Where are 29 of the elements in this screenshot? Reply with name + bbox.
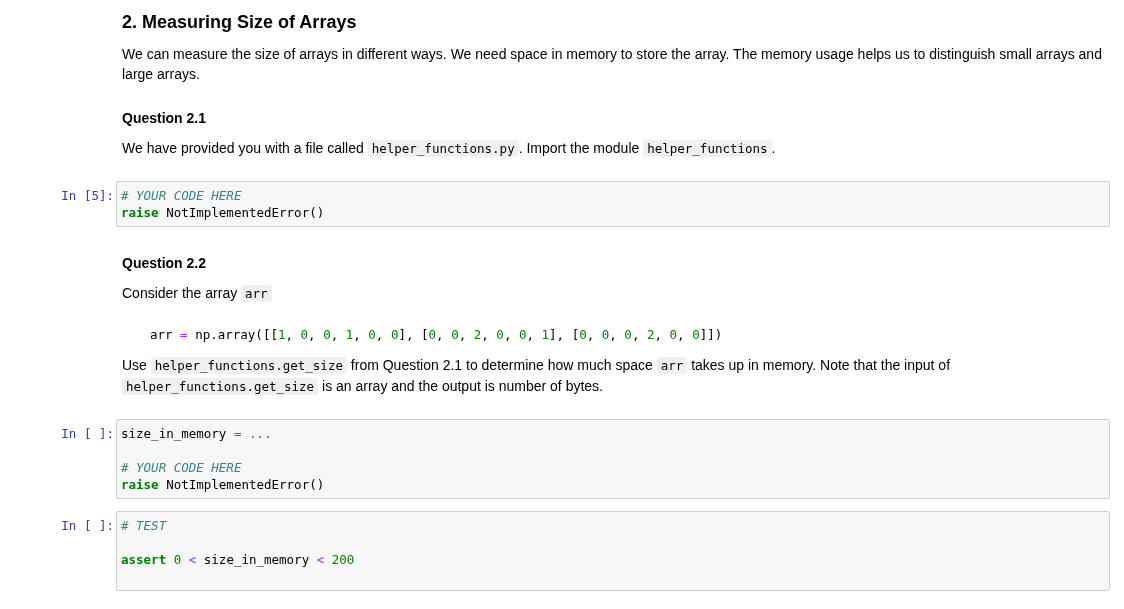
cell-prompt: In [ ]: [61,518,114,533]
inline-code: helper_functions.get_size [150,357,347,374]
paragraph-text: Use [122,357,147,373]
inline-code: arr [656,357,688,374]
code-line: size_in_memory = ... [121,425,272,442]
paragraph-text: We have provided you with a file called [122,140,364,156]
code-line: assert 0 < size_in_memory < 200 [121,551,355,568]
code-line: raise NotImplementedError() [121,204,325,221]
inline-code: helper_functions.get_size [122,378,319,395]
code-line: raise NotImplementedError() [121,476,325,493]
paragraph-text: . Import the module [518,140,640,156]
inline-code: helper_functions.py [367,140,519,157]
heading: 2. Measuring Size of Arrays [122,11,357,34]
code-line: # TEST [121,517,167,534]
code-line: # YOUR CODE HERE [121,187,242,204]
question-heading: Question 2.2 [122,254,207,273]
paragraph-text: Consider the array [122,285,238,301]
code-line: arr = np.array([[1, 0, 0, 1, 0, 0], [0, 0, 2, 0, 0, 1], [0, 0, 0, 2, 0, 0]]) [150,326,723,343]
paragraph-text: from Question 2.1 to determine how much space [350,357,653,373]
inline-code: helper_functions [643,140,772,157]
cell-prompt: In [5]: [61,188,114,203]
inline-code: arr [241,285,272,302]
paragraph-text: . [771,140,776,156]
paragraph-text: takes up in memory. Note that the input of [691,357,951,373]
cell-prompt: In [ ]: [61,426,114,441]
paragraph-text: We can measure the size of arrays in different ways. We need space in memory to store the array. The memory usage helps us to distinguish small arrays and large arrays. [122,46,1102,82]
question-heading: Question 2.1 [122,109,207,128]
paragraph-text: is an array and the output is number of bytes. [322,378,603,394]
code-line: # YOUR CODE HERE [121,459,242,476]
